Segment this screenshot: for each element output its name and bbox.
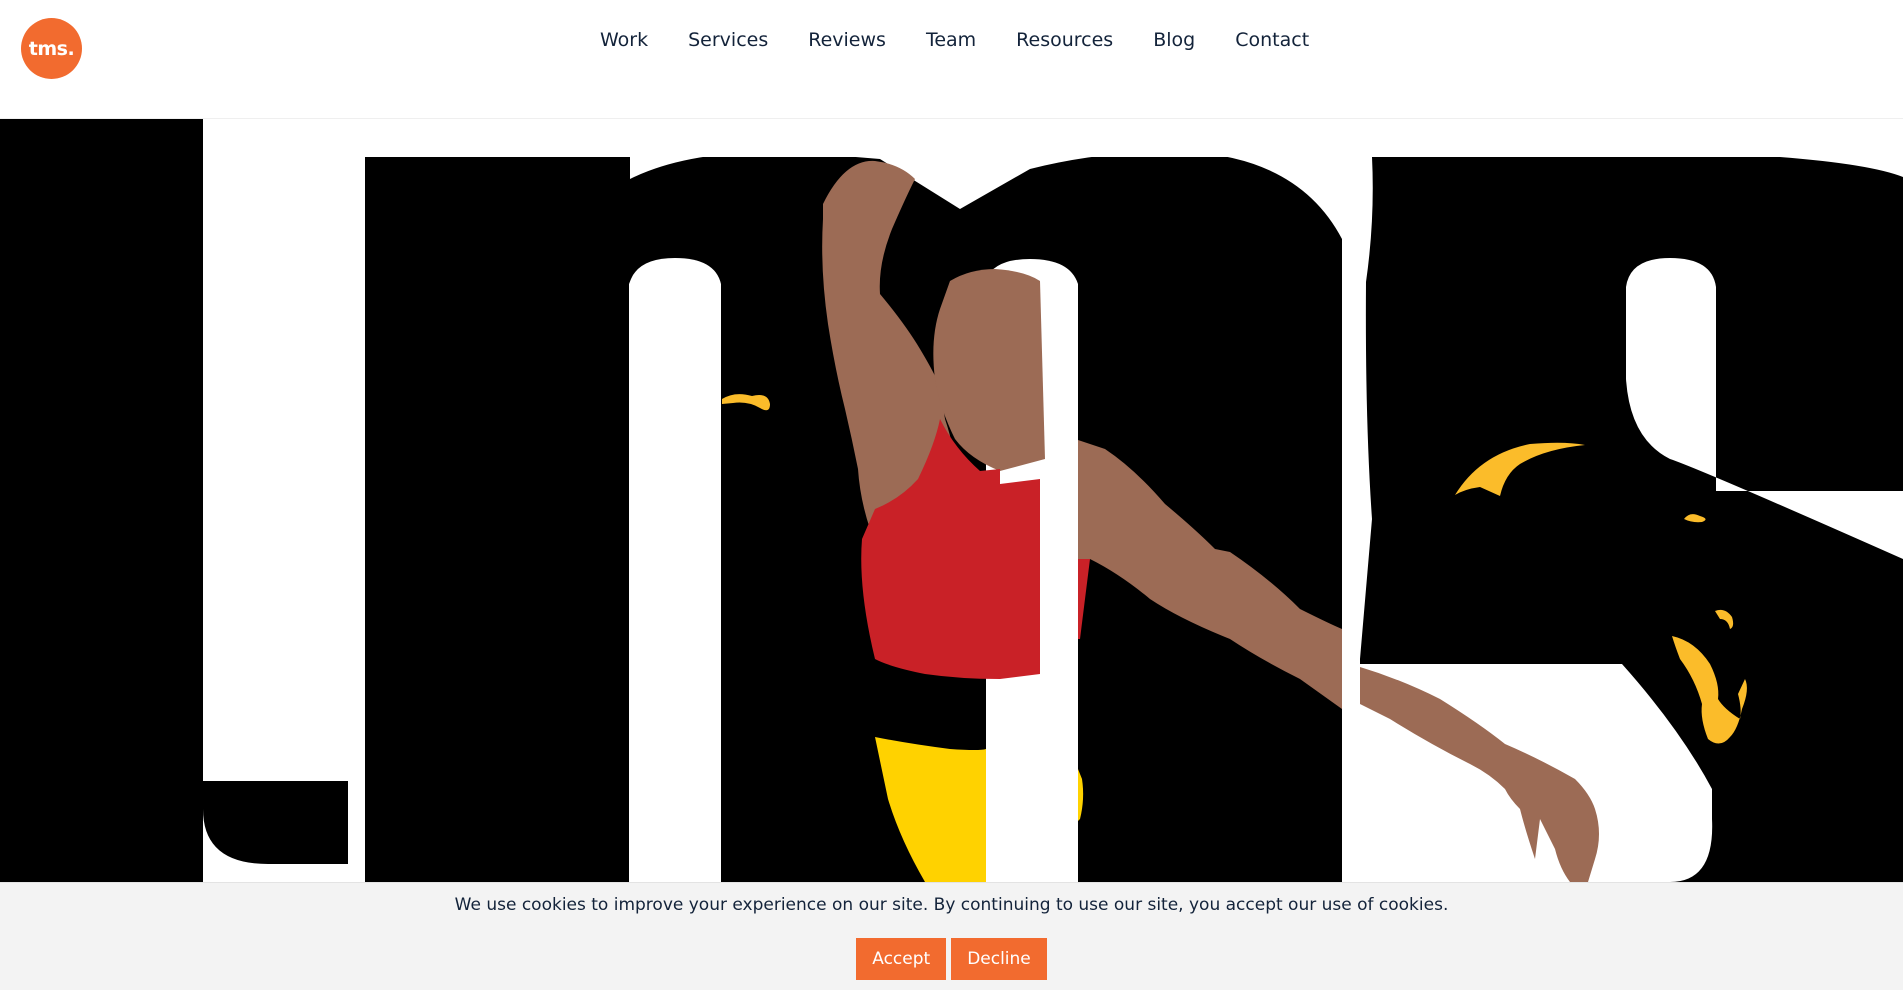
main-nav: Work Services Reviews Team Resources Blo… — [600, 26, 1349, 54]
nav-item-services[interactable]: Services — [688, 26, 768, 54]
decline-button[interactable]: Decline — [951, 938, 1047, 980]
nav-item-blog[interactable]: Blog — [1153, 26, 1195, 54]
nav-item-team[interactable]: Team — [926, 26, 976, 54]
cookie-buttons: Accept Decline — [0, 938, 1903, 980]
letter-s-body — [1360, 664, 1622, 679]
nav-item-contact[interactable]: Contact — [1235, 26, 1309, 54]
logo[interactable]: tms. — [21, 18, 82, 79]
letter-t-body — [0, 119, 203, 882]
cookie-message: We use cookies to improve your experienc… — [454, 895, 1449, 915]
hero-section — [0, 119, 1903, 882]
nav-item-work[interactable]: Work — [600, 26, 648, 54]
nav-item-reviews[interactable]: Reviews — [808, 26, 886, 54]
page: tms. Work Services Reviews Team Resource… — [0, 0, 1903, 990]
cookie-banner: We use cookies to improve your experienc… — [0, 882, 1903, 990]
accept-button[interactable]: Accept — [856, 938, 947, 980]
nav-item-resources[interactable]: Resources — [1016, 26, 1113, 54]
hero-illustration — [0, 119, 1903, 882]
site-header: tms. Work Services Reviews Team Resource… — [0, 0, 1903, 119]
